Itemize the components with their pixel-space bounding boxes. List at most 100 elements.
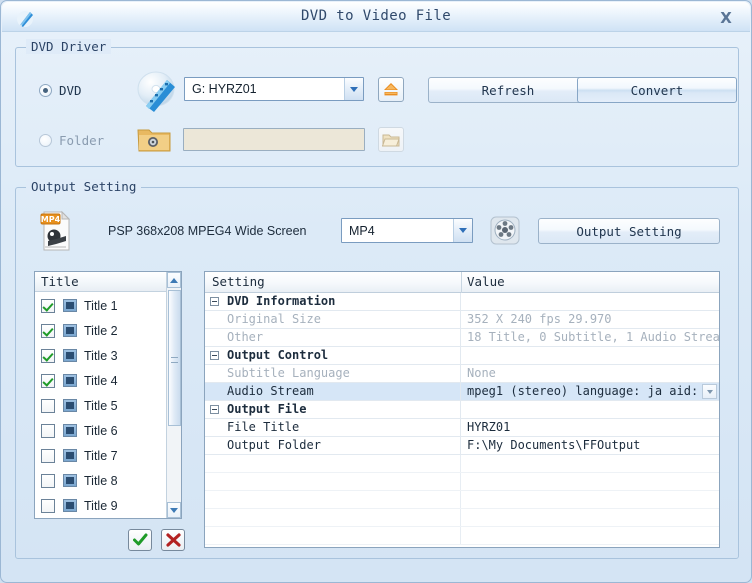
- settings-group-row[interactable]: Output Control: [205, 347, 719, 365]
- window-title: DVD to Video File: [2, 8, 750, 24]
- video-title-icon: [63, 324, 77, 337]
- title-list-header: Title: [35, 272, 182, 292]
- setting-value: F:\My Documents\FFOutput: [461, 437, 719, 454]
- title-list-body[interactable]: Title 1 Title 2Title 3 Title 4 Title 5 Title…: [35, 293, 168, 519]
- video-title-icon: [63, 474, 77, 487]
- film-reel-icon[interactable]: [488, 214, 522, 247]
- settings-grid-body: DVD InformationOriginal Size352 X 240 fp…: [205, 293, 719, 547]
- title-checkbox[interactable]: [41, 349, 55, 363]
- mp4-file-icon: MP4: [38, 210, 74, 252]
- list-item[interactable]: Title 6: [35, 418, 168, 443]
- settings-group-row[interactable]: Output File: [205, 401, 719, 419]
- cancel-button[interactable]: [161, 529, 185, 551]
- radio-folder-label: Folder: [59, 133, 104, 148]
- title-checkbox[interactable]: [41, 324, 55, 338]
- dvd-driver-group: DVD Driver DVD Folder: [15, 47, 739, 167]
- list-item[interactable]: Title 5: [35, 393, 168, 418]
- title-list-scrollbar[interactable]: [166, 272, 181, 518]
- list-item[interactable]: Title 7: [35, 443, 168, 468]
- list-item[interactable]: Title 8: [35, 468, 168, 493]
- setting-value: [461, 293, 719, 310]
- cross-icon: [166, 533, 181, 547]
- video-title-icon: [63, 424, 77, 437]
- collapse-icon[interactable]: [210, 405, 219, 414]
- title-checkbox[interactable]: [41, 449, 55, 463]
- dvd-disc-film-icon: [134, 70, 182, 114]
- list-item[interactable]: Title 4: [35, 368, 168, 393]
- list-item-label: Title 9: [84, 499, 118, 513]
- output-setting-group-title: Output Setting: [26, 179, 141, 194]
- settings-row[interactable]: Original Size352 X 240 fps 29.970: [205, 311, 719, 329]
- setting-value: 352 X 240 fps 29.970: [461, 311, 719, 328]
- dvd-driver-group-title: DVD Driver: [26, 39, 111, 54]
- setting-name: DVD Information: [205, 293, 461, 310]
- radio-dvd[interactable]: DVD: [39, 83, 82, 98]
- browse-folder-button[interactable]: [378, 127, 404, 152]
- convert-button[interactable]: Convert: [577, 77, 737, 103]
- settings-empty-row: [205, 509, 719, 527]
- title-checkbox[interactable]: [41, 474, 55, 488]
- collapse-icon[interactable]: [210, 297, 219, 306]
- settings-row[interactable]: Output FolderF:\My Documents\FFOutput: [205, 437, 719, 455]
- list-item-label: Title 1: [84, 299, 118, 313]
- list-item[interactable]: Title 1: [35, 293, 168, 318]
- list-item[interactable]: Title 3: [35, 343, 168, 368]
- video-title-icon: [63, 499, 77, 512]
- title-bar: DVD to Video File X: [2, 2, 750, 32]
- setting-name: File Title: [205, 419, 461, 436]
- setting-name: Audio Stream: [205, 383, 461, 400]
- chevron-down-icon[interactable]: [702, 384, 717, 399]
- list-item[interactable]: Title 10: [35, 518, 168, 519]
- settings-empty-row: [205, 455, 719, 473]
- title-checkbox[interactable]: [41, 374, 55, 388]
- column-header-value: Value: [467, 274, 505, 289]
- radio-dvd-label: DVD: [59, 83, 82, 98]
- scrollbar-thumb[interactable]: [168, 290, 181, 426]
- radio-folder-indicator: [39, 134, 52, 147]
- settings-row[interactable]: Other18 Title, 0 Subtitle, 1 Audio Strea…: [205, 329, 719, 347]
- settings-empty-row: [205, 527, 719, 545]
- video-title-icon: [63, 299, 77, 312]
- drive-select[interactable]: G: HYRZ01: [184, 77, 364, 101]
- settings-row[interactable]: File TitleHYRZ01: [205, 419, 719, 437]
- output-setting-button[interactable]: Output Setting: [538, 218, 720, 244]
- setting-value: 18 Title, 0 Subtitle, 1 Audio Stream: [461, 329, 719, 346]
- format-select[interactable]: MP4: [341, 218, 473, 243]
- eject-button[interactable]: [378, 77, 404, 102]
- accept-button[interactable]: [128, 529, 152, 551]
- drive-select-value: G: HYRZ01: [185, 82, 344, 96]
- list-item[interactable]: Title 9: [35, 493, 168, 518]
- list-item-label: Title 5: [84, 399, 118, 413]
- settings-row[interactable]: Audio Streammpeg1 (stereo) language: ja …: [205, 383, 719, 401]
- scroll-down-icon[interactable]: [167, 502, 181, 518]
- chevron-down-icon[interactable]: [344, 78, 363, 100]
- setting-name: Output Folder: [205, 437, 461, 454]
- title-checkbox[interactable]: [41, 499, 55, 513]
- settings-row[interactable]: Subtitle LanguageNone: [205, 365, 719, 383]
- title-list: Title Title 1Title 2Title 3Title 4Title …: [34, 271, 182, 519]
- video-title-icon: [63, 449, 77, 462]
- column-divider[interactable]: [461, 272, 462, 293]
- close-icon[interactable]: X: [714, 7, 738, 29]
- refresh-button[interactable]: Refresh: [428, 77, 588, 103]
- radio-folder[interactable]: Folder: [39, 133, 104, 148]
- radio-dvd-indicator: [39, 84, 52, 97]
- collapse-icon[interactable]: [210, 351, 219, 360]
- title-checkbox[interactable]: [41, 299, 55, 313]
- list-item-label: Title 7: [84, 449, 118, 463]
- list-item-label: Title 4: [84, 374, 118, 388]
- folder-path-input[interactable]: [183, 128, 365, 151]
- format-select-value: MP4: [342, 224, 453, 238]
- title-checkbox[interactable]: [41, 399, 55, 413]
- list-item-label: Title 8: [84, 474, 118, 488]
- chevron-down-icon[interactable]: [453, 219, 472, 242]
- title-checkbox[interactable]: [41, 424, 55, 438]
- settings-group-row[interactable]: DVD Information: [205, 293, 719, 311]
- check-icon: [133, 533, 148, 547]
- list-item[interactable]: Title 2: [35, 318, 168, 343]
- eject-icon: [382, 81, 400, 98]
- scroll-up-icon[interactable]: [167, 272, 181, 288]
- video-title-icon: [63, 349, 77, 362]
- open-folder-icon: [382, 132, 400, 148]
- setting-name: Other: [205, 329, 461, 346]
